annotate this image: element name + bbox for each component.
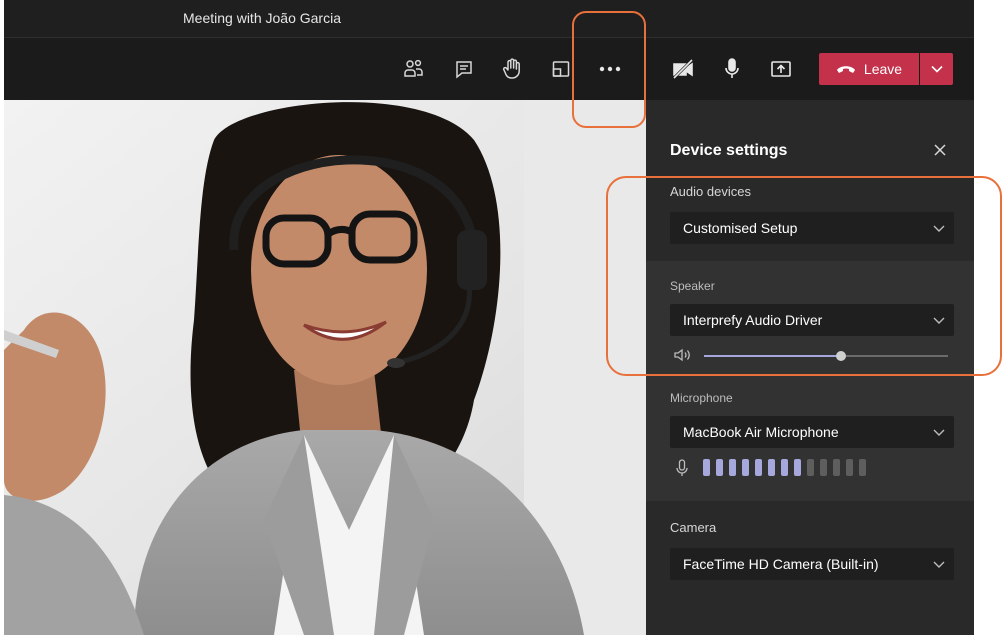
participant-video [4,100,646,635]
chevron-down-icon [933,429,945,436]
leave-button[interactable]: Leave [819,53,919,85]
leave-label: Leave [863,61,903,77]
mic-level-bar [833,459,840,476]
mic-level-bar [729,459,736,476]
chevron-down-icon [933,225,945,232]
hang-up-icon [836,66,855,73]
mic-level-bars [703,459,866,476]
mic-level-bar [807,459,814,476]
camera-off-icon[interactable] [668,54,700,84]
video-feed [4,100,646,635]
speaker-volume-icon [674,348,690,362]
mic-level-bar [768,459,775,476]
close-icon [934,144,946,156]
audio-devices-value: Customised Setup [683,220,798,236]
share-screen-icon[interactable] [765,54,797,84]
meeting-toolbar: Leave [4,37,974,100]
volume-track[interactable] [704,351,948,361]
chevron-down-icon [933,317,945,324]
title-bar: Meeting with João Garcia [4,0,974,37]
mic-level-bar [859,459,866,476]
meeting-window: Meeting with João Garcia Leave Device se… [4,0,974,635]
volume-thumb[interactable] [835,351,846,361]
mic-level-bar [820,459,827,476]
mic-level-bar [716,459,723,476]
mic-level-bar [755,459,762,476]
more-actions-icon[interactable] [594,54,626,84]
device-settings-panel: Device settings Audio devices Customised… [646,100,974,635]
chevron-down-icon [930,65,943,73]
camera-label: Camera [670,520,717,535]
mic-level-bar [846,459,853,476]
speaker-value: Interprefy Audio Driver [683,312,823,328]
window-title: Meeting with João Garcia [183,10,341,26]
leave-options-button[interactable] [920,53,953,85]
microphone-dropdown[interactable]: MacBook Air Microphone [670,416,954,448]
close-button[interactable] [928,138,952,162]
raise-hand-icon[interactable] [496,54,528,84]
chevron-down-icon [933,561,945,568]
speaker-label: Speaker [670,279,715,293]
microphone-icon[interactable] [716,54,748,84]
microphone-icon [676,459,688,476]
camera-value: FaceTime HD Camera (Built-in) [683,556,879,572]
mic-level-bar [742,459,749,476]
share-tray-icon[interactable] [545,54,577,84]
panel-title: Device settings [670,142,788,159]
volume-fill [704,355,841,357]
microphone-label: Microphone [670,391,733,405]
microphone-level-meter [670,458,954,480]
camera-dropdown[interactable]: FaceTime HD Camera (Built-in) [670,548,954,580]
mic-level-bar [781,459,788,476]
microphone-value: MacBook Air Microphone [683,424,839,440]
audio-devices-label: Audio devices [670,184,751,199]
mic-level-bar [794,459,801,476]
mic-level-bar [703,459,710,476]
speaker-dropdown[interactable]: Interprefy Audio Driver [670,304,954,336]
chat-icon[interactable] [448,54,480,84]
audio-devices-dropdown[interactable]: Customised Setup [670,212,954,244]
speaker-volume-slider[interactable] [670,345,954,365]
participants-icon[interactable] [398,54,430,84]
